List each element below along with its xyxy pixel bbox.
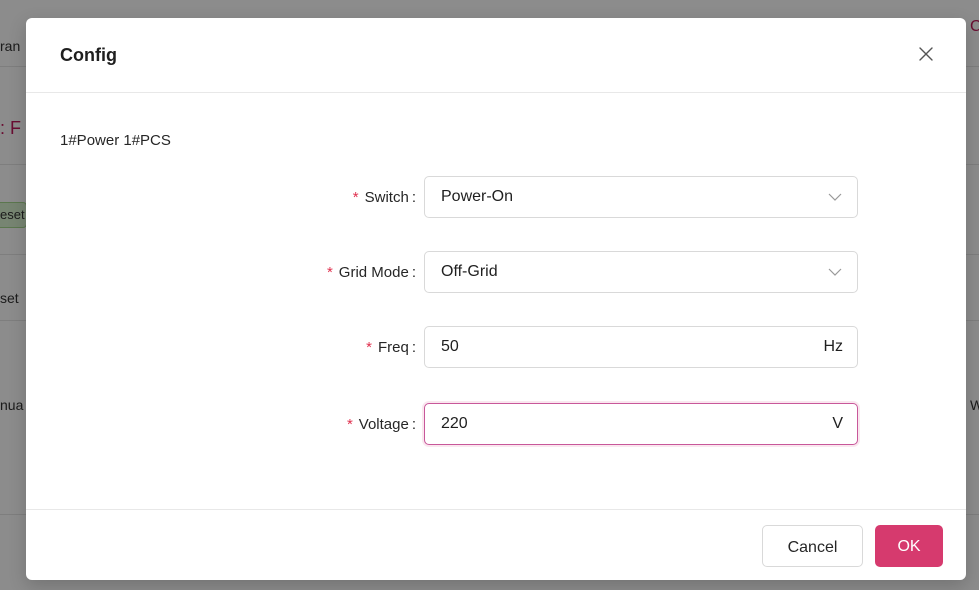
chevron-down-icon: [828, 268, 842, 276]
freq-input[interactable]: 50 Hz: [424, 326, 858, 368]
grid-mode-value: Off-Grid: [441, 263, 498, 280]
freq-value: 50: [441, 338, 459, 355]
dialog-header: Config: [26, 18, 966, 93]
close-icon: [919, 47, 933, 61]
form-row-voltage: * Voltage: 220 V: [26, 403, 966, 447]
voltage-label: * Voltage:: [346, 416, 416, 433]
config-dialog: Config 1#Power 1#PCS * Switch: Power-On *…: [26, 18, 966, 580]
form-row-grid-mode: * Grid Mode: Off-Grid: [26, 251, 966, 295]
device-subtitle: 1#Power 1#PCS: [60, 132, 171, 149]
required-mark: *: [366, 339, 372, 356]
switch-label: * Switch:: [352, 189, 416, 206]
form-row-switch: * Switch: Power-On: [26, 176, 966, 220]
cancel-button[interactable]: Cancel: [762, 525, 863, 567]
required-mark: *: [346, 416, 353, 433]
voltage-input[interactable]: 220 V: [424, 403, 858, 445]
form-row-freq: * Freq: 50 Hz: [26, 326, 966, 370]
required-mark: *: [352, 189, 359, 206]
required-mark: *: [326, 264, 333, 281]
voltage-unit: V: [832, 415, 843, 432]
chevron-down-icon: [828, 193, 842, 201]
grid-mode-label: * Grid Mode:: [326, 264, 416, 281]
dialog-title: Config: [60, 45, 117, 65]
dialog-footer: Cancel OK: [26, 509, 966, 580]
ok-button[interactable]: OK: [875, 525, 943, 567]
close-button[interactable]: [912, 40, 940, 68]
freq-label: * Freq:: [366, 339, 416, 356]
dialog-body: 1#Power 1#PCS * Switch: Power-On * Grid Mo…: [26, 93, 966, 510]
grid-mode-select[interactable]: Off-Grid: [424, 251, 858, 293]
switch-select[interactable]: Power-On: [424, 176, 858, 218]
switch-value: Power-On: [441, 188, 514, 205]
voltage-value: 220: [441, 415, 468, 432]
freq-unit: Hz: [823, 338, 843, 355]
